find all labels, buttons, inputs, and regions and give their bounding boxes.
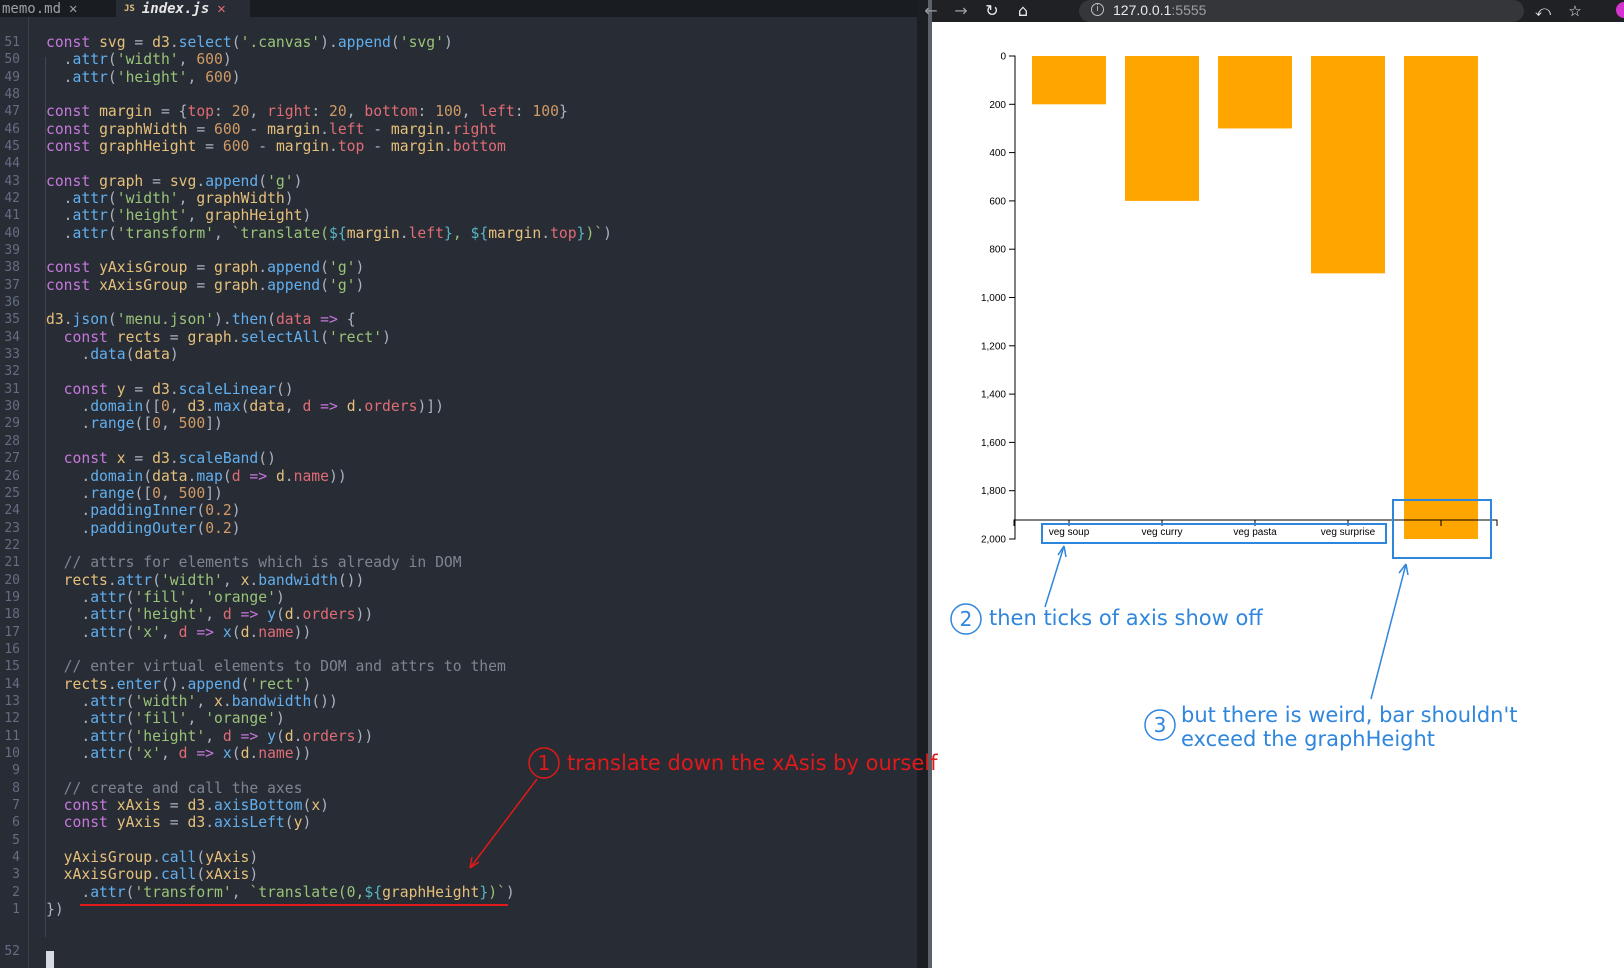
annotation-1: 1 translate down the xAsis by ourself bbox=[80, 747, 938, 906]
arrow-line bbox=[469, 778, 538, 869]
annotation-text: translate down the xAsis by ourself bbox=[567, 751, 938, 775]
annotation-number: 1 bbox=[538, 751, 551, 775]
overlay-annotations: 1 translate down the xAsis by ourself bbox=[80, 747, 938, 906]
